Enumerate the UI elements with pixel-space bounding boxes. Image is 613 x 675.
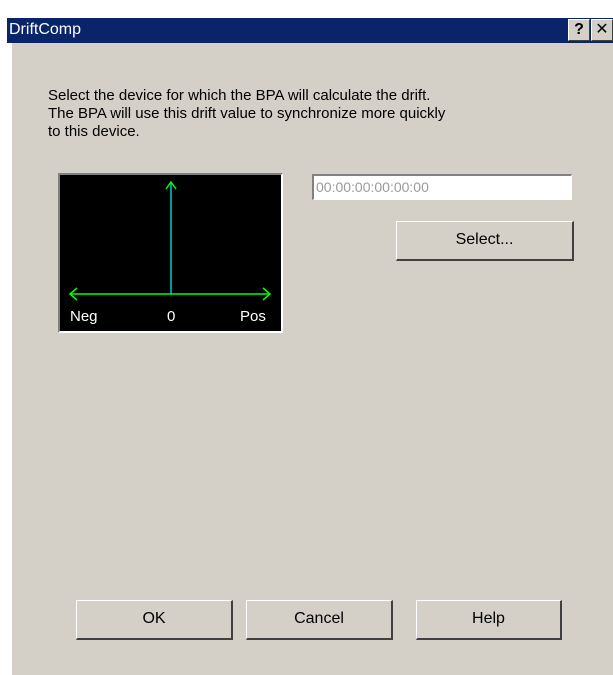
instructions-line-2: The BPA will use this drift value to syn…: [48, 105, 446, 122]
title-bar: DriftComp ? ✕: [7, 18, 613, 43]
neg-label: Neg: [70, 308, 98, 325]
drift-indicator: Neg 0 Pos: [58, 173, 283, 333]
device-address-field[interactable]: 00:00:00:00:00:00: [312, 174, 572, 200]
instructions-line-3: to this device.: [48, 123, 140, 140]
instructions-line-1: Select the device for which the BPA will…: [48, 87, 431, 104]
pos-label: Pos: [240, 308, 266, 325]
help-button[interactable]: Help: [416, 600, 562, 640]
question-icon: ?: [574, 21, 584, 38]
ok-button[interactable]: OK: [76, 600, 233, 640]
driftcomp-dialog: DriftComp ? ✕ Select the device for whic…: [0, 0, 613, 675]
select-device-button[interactable]: Select...: [396, 221, 574, 261]
zero-label: 0: [167, 308, 176, 325]
close-button[interactable]: ✕: [591, 19, 613, 41]
help-question-button[interactable]: ?: [568, 19, 590, 41]
window-title: DriftComp: [9, 21, 82, 38]
cancel-button[interactable]: Cancel: [246, 600, 393, 640]
instructions-text: Select the device for which the BPA will…: [48, 87, 568, 141]
close-icon: ✕: [595, 21, 609, 38]
